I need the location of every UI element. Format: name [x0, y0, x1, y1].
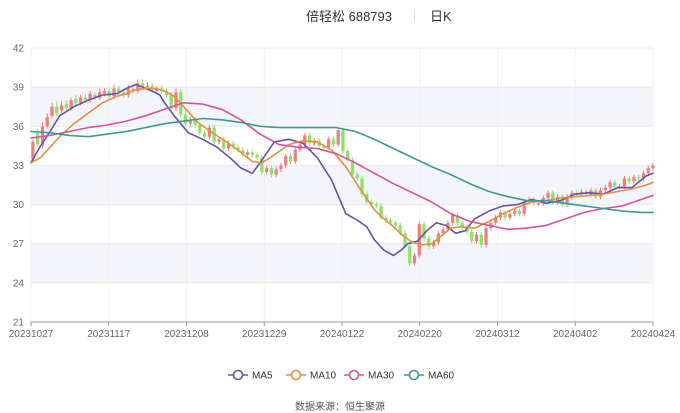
- x-tick-label: 20231027: [9, 329, 54, 340]
- x-tick-label: 20240402: [553, 329, 598, 340]
- candle-body: [603, 187, 607, 191]
- candle-body: [651, 165, 655, 169]
- candlestick-chart: 42 39 36 33 30 27 24 2120231027 20231117 20231208…: [9, 44, 676, 382]
- candle-body: [389, 220, 393, 223]
- candle-body: [451, 215, 455, 223]
- candle-body: [198, 124, 202, 133]
- candle-body: [551, 192, 555, 202]
- candle-body: [474, 234, 479, 242]
- candle-body: [83, 97, 87, 101]
- y-tick-label: 27: [13, 239, 25, 250]
- legend-marker: [290, 369, 302, 381]
- candle-body: [613, 182, 617, 187]
- candle-body: [50, 106, 54, 116]
- candle-body: [479, 234, 483, 246]
- legend-marker: [232, 369, 244, 381]
- candle-body: [646, 168, 650, 174]
- candle-body: [217, 139, 221, 142]
- candle-body: [622, 178, 626, 187]
- y-tick-label: 42: [13, 44, 25, 55]
- candle-body: [374, 204, 378, 206]
- candle-body: [274, 169, 278, 175]
- candle-body: [355, 174, 359, 179]
- candle-body: [250, 152, 254, 155]
- x-tick-label: 20240424: [631, 329, 676, 340]
- candle-body: [59, 105, 64, 111]
- candle-body: [279, 165, 283, 170]
- candle-body: [293, 149, 297, 162]
- candle-body: [45, 117, 49, 127]
- x-tick-label: 20240312: [475, 329, 520, 340]
- candle-body: [546, 192, 550, 199]
- legend-marker: [348, 369, 360, 381]
- y-tick-label: 30: [13, 200, 25, 211]
- candle-body: [55, 106, 59, 114]
- legend-label: MA5: [252, 371, 273, 382]
- candle-body: [255, 154, 259, 158]
- candle-body: [508, 213, 512, 218]
- candle-body: [513, 211, 517, 214]
- candle-body: [64, 104, 68, 109]
- y-tick-label: 39: [13, 83, 25, 94]
- y-tick-label: 33: [13, 161, 25, 172]
- x-tick-label: 20231117: [87, 329, 130, 340]
- y-tick-label: 36: [13, 122, 25, 133]
- candle-body: [627, 178, 631, 182]
- candle-body: [288, 156, 293, 162]
- candle-body: [269, 168, 274, 175]
- candle-body: [145, 85, 149, 88]
- candle-body: [183, 114, 188, 124]
- candle-body: [408, 246, 412, 264]
- candle-body: [79, 97, 83, 103]
- x-tick-label: 20240220: [398, 329, 443, 340]
- candle-body: [245, 152, 250, 155]
- candle-body: [608, 182, 612, 188]
- x-tick-label: 20231229: [242, 329, 287, 340]
- candle-body: [536, 203, 541, 205]
- legend-marker: [408, 369, 420, 381]
- candle-body: [427, 238, 431, 247]
- candle-body: [470, 231, 474, 242]
- candle-body: [327, 139, 331, 148]
- legend-label: MA30: [368, 371, 395, 382]
- candle-body: [102, 91, 107, 94]
- candle-body: [336, 130, 340, 145]
- x-tick-label: 20231208: [164, 329, 209, 340]
- candle-body: [341, 130, 345, 152]
- y-tick-label: 24: [13, 278, 25, 289]
- y-tick-label: 21: [13, 318, 25, 329]
- candle-body: [393, 222, 398, 226]
- candle-body: [422, 224, 426, 239]
- data-source: 数据来源：恒生聚源: [295, 402, 385, 413]
- candle-body: [331, 139, 336, 145]
- candle-body: [74, 98, 78, 103]
- candle-body: [284, 156, 288, 166]
- legend-label: MA10: [310, 371, 337, 382]
- candle-body: [412, 255, 417, 264]
- candle-body: [637, 177, 641, 179]
- legend-label: MA60: [428, 371, 455, 382]
- candle-body: [203, 132, 207, 137]
- candle-body: [112, 88, 116, 97]
- candle-body: [484, 228, 488, 246]
- candle-body: [632, 177, 636, 182]
- candle-body: [36, 132, 40, 145]
- x-tick-label: 20240122: [320, 329, 365, 340]
- candle-body: [265, 168, 269, 172]
- candle-body: [517, 211, 522, 214]
